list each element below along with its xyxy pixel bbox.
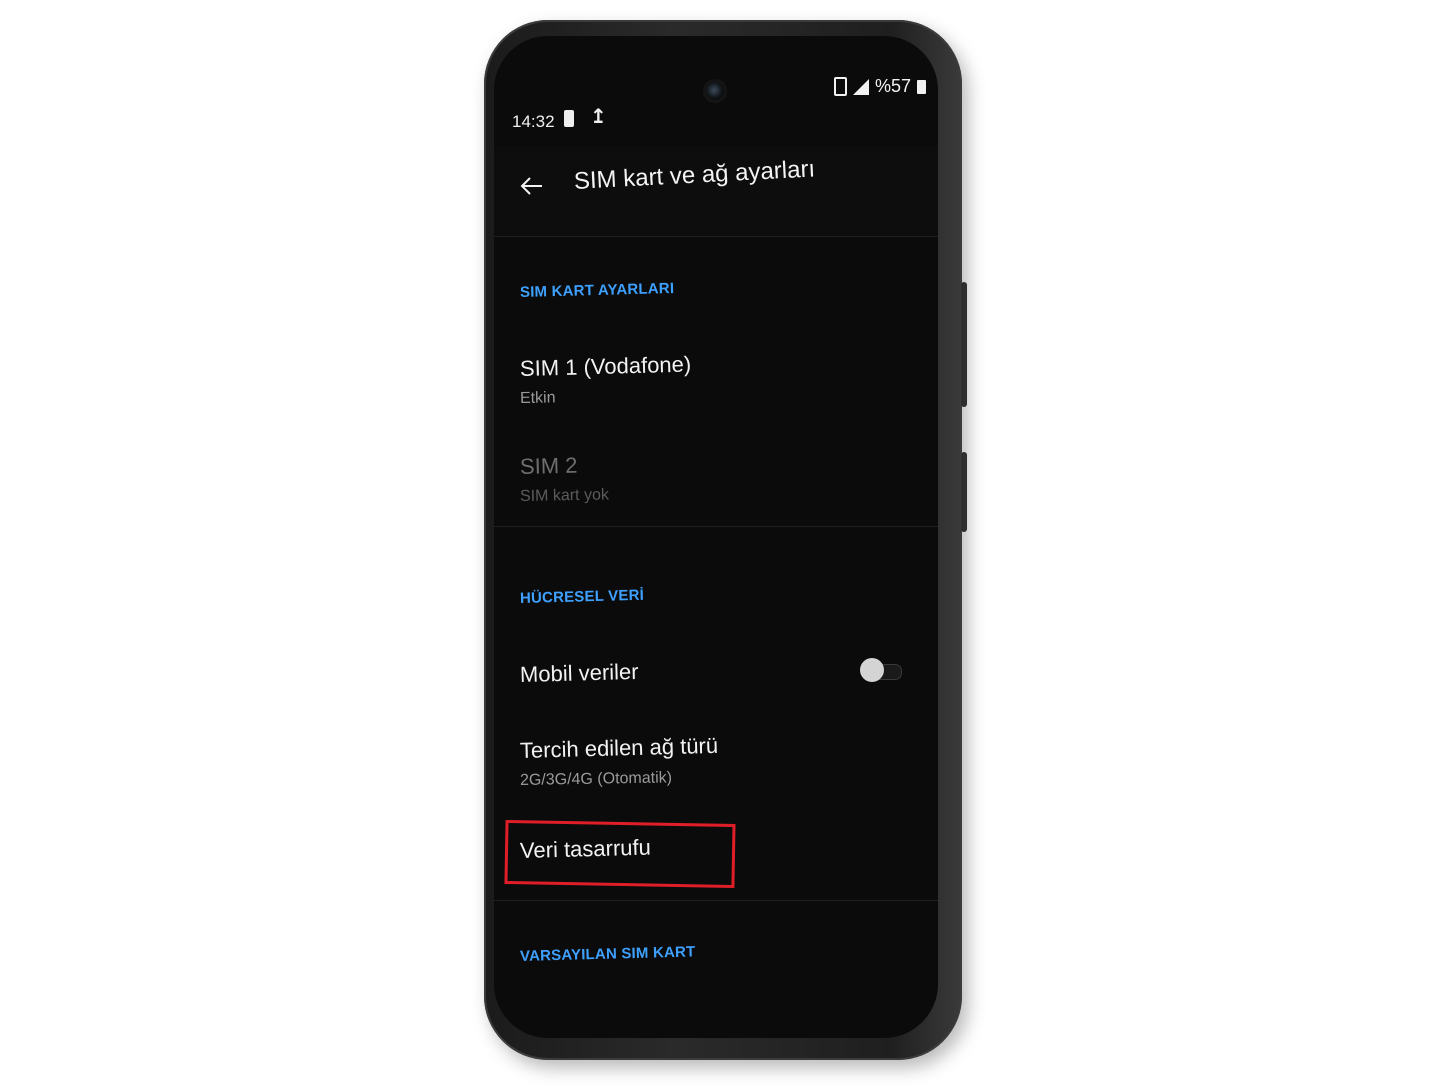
battery-percent: %57 (874, 76, 911, 96)
volume-button (961, 282, 967, 407)
status-bar: 14:32 ↥ %57 (494, 36, 938, 146)
toggle-knob (860, 658, 884, 682)
mobile-data-toggle[interactable] (860, 658, 902, 682)
phone-screen: 14:32 ↥ %57 SIM kart ve ağ ayarları SIM … (494, 36, 938, 1038)
list-item-sim1[interactable]: SIM 1 (Vodafone) Etkin (494, 336, 938, 416)
highlight-box (504, 820, 736, 889)
status-time: 14:32 (512, 112, 555, 131)
phone-icon (833, 77, 847, 96)
upload-icon: ↥ (590, 106, 607, 128)
status-right-group: %57 (833, 76, 926, 97)
list-item-sim2: SIM 2 SIM kart yok (494, 434, 938, 514)
power-button (961, 452, 967, 532)
phone-device: 14:32 ↥ %57 SIM kart ve ağ ayarları SIM … (484, 20, 967, 1060)
list-item-network-type[interactable]: Tercih edilen ağ türü 2G/3G/4G (Otomatik… (494, 724, 938, 802)
section-header-default-sim: VARSAYILAN SIM KART (519, 943, 696, 965)
sim1-title: SIM 1 (Vodafone) (519, 351, 692, 381)
section-header-cellular-data: HÜCRESEL VERİ (519, 586, 645, 607)
app-bar: SIM kart ve ağ ayarları (494, 146, 938, 237)
sim2-title: SIM 2 (519, 452, 578, 479)
signal-icon (852, 78, 869, 95)
list-item-mobile-data[interactable]: Mobil veriler (494, 648, 938, 704)
network-type-title: Tercih edilen ağ türü (519, 732, 719, 763)
arrow-left-icon[interactable] (518, 172, 546, 200)
mobile-data-title: Mobil veriler (519, 658, 639, 687)
battery-charging-icon (564, 110, 574, 127)
battery-icon (917, 79, 926, 94)
divider (494, 900, 938, 901)
section-header-sim-settings: SIM KART AYARLARI (519, 279, 675, 301)
sim1-subtitle: Etkin (519, 389, 556, 407)
network-type-subtitle: 2G/3G/4G (Otomatik) (519, 769, 673, 789)
page-title: SIM kart ve ağ ayarları (573, 155, 816, 195)
divider (494, 526, 938, 527)
sim2-subtitle: SIM kart yok (519, 486, 610, 505)
